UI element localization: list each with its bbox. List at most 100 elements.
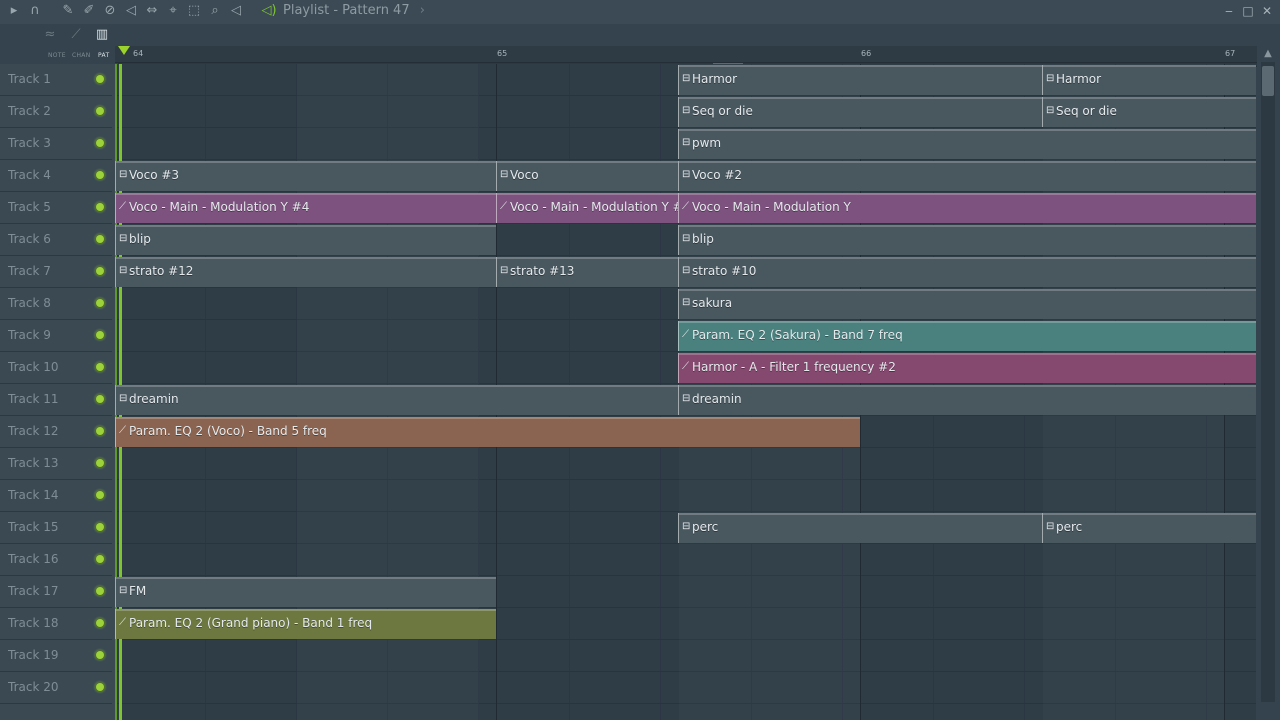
- track-enable-led-icon[interactable]: [96, 683, 104, 691]
- track-header[interactable]: Track 11: [0, 384, 112, 416]
- track-header[interactable]: Track 20: [0, 672, 112, 704]
- track-enable-led-icon[interactable]: [96, 203, 104, 211]
- track-enable-led-icon[interactable]: [96, 75, 104, 83]
- pattern-clip[interactable]: ⊟ Harmor: [678, 65, 1042, 95]
- track-enable-led-icon[interactable]: [96, 139, 104, 147]
- track-header[interactable]: Track 4: [0, 160, 112, 192]
- track-header[interactable]: Track 7: [0, 256, 112, 288]
- track-enable-led-icon[interactable]: [96, 619, 104, 627]
- track-header[interactable]: Track 16: [0, 544, 112, 576]
- track-header[interactable]: Track 10: [0, 352, 112, 384]
- pattern-clip[interactable]: ⊟ strato #13: [496, 257, 678, 287]
- automation-clip[interactable]: ⟋ Voco - Main - Modulation Y #3: [496, 193, 678, 223]
- automation-clip[interactable]: ⟋ Param. EQ 2 (Voco) - Band 5 freq: [115, 417, 860, 447]
- track-header[interactable]: Track 3: [0, 128, 112, 160]
- pattern-clip[interactable]: ⊟ Voco: [496, 161, 678, 191]
- track-enable-led-icon[interactable]: [96, 267, 104, 275]
- track-enable-led-icon[interactable]: [96, 491, 104, 499]
- track-header[interactable]: Track 5: [0, 192, 112, 224]
- pattern-clip[interactable]: ⊟ Voco #2: [678, 161, 1256, 191]
- pattern-clip[interactable]: ⊟ FM: [115, 577, 496, 607]
- track-header[interactable]: Track 19: [0, 640, 112, 672]
- pattern-clip[interactable]: ⊟ Seq or die: [678, 97, 1042, 127]
- slip-icon[interactable]: ⇔: [144, 3, 160, 19]
- track-enable-led-icon[interactable]: [96, 427, 104, 435]
- pattern-clip[interactable]: ⊟ strato #12: [115, 257, 496, 287]
- slice-icon[interactable]: ⌖: [165, 3, 181, 19]
- vertical-scroll-track[interactable]: [1261, 62, 1275, 702]
- pattern-clip[interactable]: ⊟ Harmor: [1042, 65, 1256, 95]
- automation-clip[interactable]: ⟋ Param. EQ 2 (Grand piano) - Band 1 freq: [115, 609, 496, 639]
- waveform-icon[interactable]: ≈: [42, 27, 58, 43]
- track-enable-led-icon[interactable]: [96, 523, 104, 531]
- scroll-up-icon[interactable]: ▲: [1261, 46, 1275, 62]
- vertical-scrollbar[interactable]: ▲: [1257, 46, 1280, 720]
- paint-brush-icon[interactable]: ✐: [81, 3, 97, 19]
- track-header[interactable]: Track 15: [0, 512, 112, 544]
- playhead-marker-icon[interactable]: [118, 46, 130, 55]
- bar-number: 67: [1225, 49, 1236, 58]
- automation-clip[interactable]: ⟋ Voco - Main - Modulation Y #4: [115, 193, 496, 223]
- track-enable-led-icon[interactable]: [96, 587, 104, 595]
- playlist-grid[interactable]: ⊟ Harmor ⊟ Harmor ⊟ Seq or die ⊟ Seq or die …: [115, 64, 1256, 720]
- track-header[interactable]: Track 18: [0, 608, 112, 640]
- timeline-ruler[interactable]: 64 65 66 67: [115, 46, 1257, 63]
- pattern-clip[interactable]: ⊟ sakura: [678, 289, 1256, 319]
- title-arrow-icon[interactable]: ›: [420, 3, 425, 18]
- track-enable-led-icon[interactable]: [96, 299, 104, 307]
- magnet-icon[interactable]: ∩: [27, 3, 43, 19]
- zoom-icon[interactable]: ⌕: [207, 3, 223, 19]
- chan-mode-label[interactable]: CHAN: [72, 52, 91, 59]
- vertical-scroll-thumb[interactable]: [1262, 66, 1274, 96]
- track-header[interactable]: Track 2: [0, 96, 112, 128]
- clip-label: dreamin: [129, 392, 179, 406]
- pattern-clip[interactable]: ⊟ strato #10: [678, 257, 1256, 287]
- track-enable-led-icon[interactable]: [96, 171, 104, 179]
- pattern-clip[interactable]: ⊟ perc: [678, 513, 1042, 543]
- speaker-icon[interactable]: ◁): [261, 3, 277, 19]
- track-header[interactable]: Track 9: [0, 320, 112, 352]
- track-header[interactable]: Track 13: [0, 448, 112, 480]
- track-header[interactable]: Track 8: [0, 288, 112, 320]
- pattern-icon: ⊟: [682, 73, 691, 84]
- track-header[interactable]: Track 6: [0, 224, 112, 256]
- play-arrow-icon[interactable]: ▸: [6, 3, 22, 19]
- automation-icon[interactable]: ⟋: [68, 27, 84, 43]
- track-enable-led-icon[interactable]: [96, 107, 104, 115]
- maximize-button[interactable]: □: [1239, 2, 1257, 20]
- pencil-icon[interactable]: ✎: [60, 3, 76, 19]
- pattern-clip[interactable]: ⊟ perc: [1042, 513, 1256, 543]
- pattern-clip[interactable]: ⊟ Seq or die: [1042, 97, 1256, 127]
- track-header[interactable]: Track 14: [0, 480, 112, 512]
- track-header[interactable]: Track 1: [0, 64, 112, 96]
- note-mode-label[interactable]: NOTE: [48, 52, 66, 59]
- mute-icon[interactable]: ◁: [123, 3, 139, 19]
- pattern-clip[interactable]: ⊟ Voco #3: [115, 161, 496, 191]
- pattern-clip[interactable]: ⊟ dreamin: [115, 385, 678, 415]
- select-icon[interactable]: ⬚: [186, 3, 202, 19]
- automation-clip[interactable]: ⟋ Voco - Main - Modulation Y: [678, 193, 1256, 223]
- track-enable-led-icon[interactable]: [96, 235, 104, 243]
- piano-icon[interactable]: ▥: [94, 27, 110, 43]
- minimize-button[interactable]: ‒: [1220, 2, 1238, 20]
- track-name: Track 9: [8, 328, 51, 342]
- track-header[interactable]: Track 12: [0, 416, 112, 448]
- pattern-clip[interactable]: ⊟ pwm: [678, 129, 1256, 159]
- track-enable-led-icon[interactable]: [96, 395, 104, 403]
- delete-circle-icon[interactable]: ⊘: [102, 3, 118, 19]
- pat-mode-label[interactable]: PAT: [98, 52, 109, 59]
- track-enable-led-icon[interactable]: [96, 459, 104, 467]
- track-enable-led-icon[interactable]: [96, 651, 104, 659]
- close-button[interactable]: ✕: [1258, 2, 1276, 20]
- pattern-clip[interactable]: ⊟ blip: [115, 225, 496, 255]
- track-enable-led-icon[interactable]: [96, 331, 104, 339]
- track-enable-led-icon[interactable]: [96, 363, 104, 371]
- playback-icon[interactable]: ◁: [228, 3, 244, 19]
- pattern-icon: ⊟: [682, 137, 691, 148]
- automation-clip[interactable]: ⟋ Param. EQ 2 (Sakura) - Band 7 freq: [678, 321, 1256, 351]
- pattern-clip[interactable]: ⊟ dreamin: [678, 385, 1256, 415]
- automation-clip[interactable]: ⟋ Harmor - A - Filter 1 frequency #2: [678, 353, 1256, 383]
- track-header[interactable]: Track 17: [0, 576, 112, 608]
- pattern-clip[interactable]: ⊟ blip: [678, 225, 1256, 255]
- track-enable-led-icon[interactable]: [96, 555, 104, 563]
